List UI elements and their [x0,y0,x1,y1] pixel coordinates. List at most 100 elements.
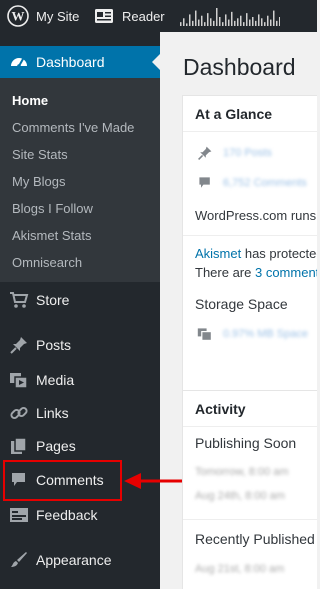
sparkline-bar [270,19,272,26]
menu-posts-label: Posts [36,337,72,353]
menu-media[interactable]: Media [0,365,160,395]
spam-comments-link[interactable]: 3 comments [255,265,317,280]
menu-pages[interactable]: Pages [0,431,160,461]
akismet-link[interactable]: Akismet [195,246,241,261]
sparkline-bar [183,18,185,26]
menu-pages-label: Pages [36,438,76,454]
menu-store-label: Store [36,292,70,308]
sparkline-bar [267,15,269,26]
sparkline-bar [204,22,206,26]
submenu-omnisearch[interactable]: Omnisearch [12,255,82,270]
submenu-comments-made[interactable]: Comments I've Made [12,120,134,135]
wordpress-logo-icon[interactable]: W [6,0,30,32]
spam-queue-line: There are 3 comments [195,265,317,280]
menu-feedback-label: Feedback [36,507,98,523]
admin-bar: W My Site Reader [0,0,317,32]
sparkline-bar [210,18,212,26]
storage-space-label: Storage Space [195,296,288,312]
cart-icon [9,290,29,310]
pin-icon [9,335,29,355]
menu-store[interactable]: Store [0,285,160,315]
menu-dashboard-label: Dashboard [36,54,105,70]
sparkline-bar [192,20,194,26]
sparkline-bar [198,19,200,26]
sparkline-bar [213,20,215,26]
sparkline-bar [276,20,278,26]
comments-count-link[interactable]: 6,752 Comments [223,177,307,189]
sparkline-bar [279,17,280,26]
activity-title: Activity [195,401,246,417]
sparkline-bar [255,20,257,26]
published-post-date: Aug 21st, 8:00 am [195,563,285,575]
sparkline-bar [273,10,275,26]
glance-divider [183,235,317,236]
sparkline-bar [234,20,236,26]
admin-sidebar: Dashboard Home Comments I've Made Site S… [0,32,160,589]
sparkline-bar [225,14,227,26]
sparkline-bar [201,15,203,26]
link-icon [9,403,29,423]
comment-icon [197,175,213,196]
sparkline-bar [231,11,233,26]
my-site-link[interactable]: My Site [36,0,79,32]
sparkline-bar [258,14,260,26]
page-title: Dashboard [183,54,296,80]
posts-count-link[interactable]: 170 Posts [223,147,272,159]
activity-divider [183,519,317,520]
brush-icon [9,550,29,570]
menu-media-label: Media [36,372,75,388]
menu-dashboard[interactable]: Dashboard [0,46,160,78]
media-icon [197,326,213,347]
sparkline-bar [186,23,188,26]
sparkline-bar [228,19,230,26]
stats-sparkline[interactable] [180,6,280,26]
submenu-blogs-i-follow[interactable]: Blogs I Follow [12,201,93,216]
activity-header[interactable]: Activity [183,391,317,427]
sparkline-bar [243,22,245,26]
scheduled-post-date: Tomorrow, 8:00 am [195,466,289,478]
sparkline-bar [222,22,224,26]
submenu-my-blogs[interactable]: My Blogs [12,174,65,189]
sparkline-bar [246,13,248,26]
recently-published-heading: Recently Published [195,531,315,547]
submenu-site-stats[interactable]: Site Stats [12,147,68,162]
sparkline-bar [249,19,251,26]
dashboard-icon [9,52,29,75]
there-are-text: There are [195,265,255,280]
sparkline-bar [237,18,239,26]
sparkline-bar [240,15,242,26]
submenu-home[interactable]: Home [12,93,48,108]
activity-panel: Activity Publishing Soon Tomorrow, 8:00 … [182,390,317,589]
menu-links[interactable]: Links [0,398,160,428]
at-a-glance-header[interactable]: At a Glance [183,96,317,132]
storage-space-value[interactable]: 0.97% MB Space [223,328,308,340]
dashboard-submenu: Home Comments I've Made Site Stats My Bl… [0,78,160,282]
comments-highlight-box [3,460,122,501]
sparkline-bar [261,18,263,26]
sparkline-bar [252,17,254,26]
menu-appearance-label: Appearance [36,552,112,568]
sparkline-bar [189,14,191,26]
sparkline-bar [264,22,266,26]
current-menu-notch [152,54,160,70]
submenu-akismet-stats[interactable]: Akismet Stats [12,228,91,243]
reader-link[interactable]: Reader [122,0,165,32]
menu-posts[interactable]: Posts [0,330,160,360]
akismet-protected-text: has protected [241,246,317,261]
sparkline-bar [207,13,209,26]
scheduled-post-date: Aug 24th, 8:00 am [195,490,285,502]
at-a-glance-panel: At a Glance 170 Posts 6,752 Comments Wor… [182,95,317,401]
sparkline-bar [219,17,221,26]
menu-appearance[interactable]: Appearance [0,545,160,575]
main-content: Dashboard At a Glance 170 Posts 6,752 Co… [160,32,317,589]
svg-text:W: W [12,9,25,24]
wpcom-runs-text: WordPress.com runs [195,208,317,223]
sparkline-bar [180,22,182,26]
at-a-glance-title: At a Glance [195,106,273,122]
feedback-icon [9,505,29,525]
menu-links-label: Links [36,405,69,421]
publishing-soon-heading: Publishing Soon [195,435,297,451]
reader-icon[interactable] [94,0,114,32]
pin-icon [197,145,213,166]
menu-feedback[interactable]: Feedback [0,500,160,530]
